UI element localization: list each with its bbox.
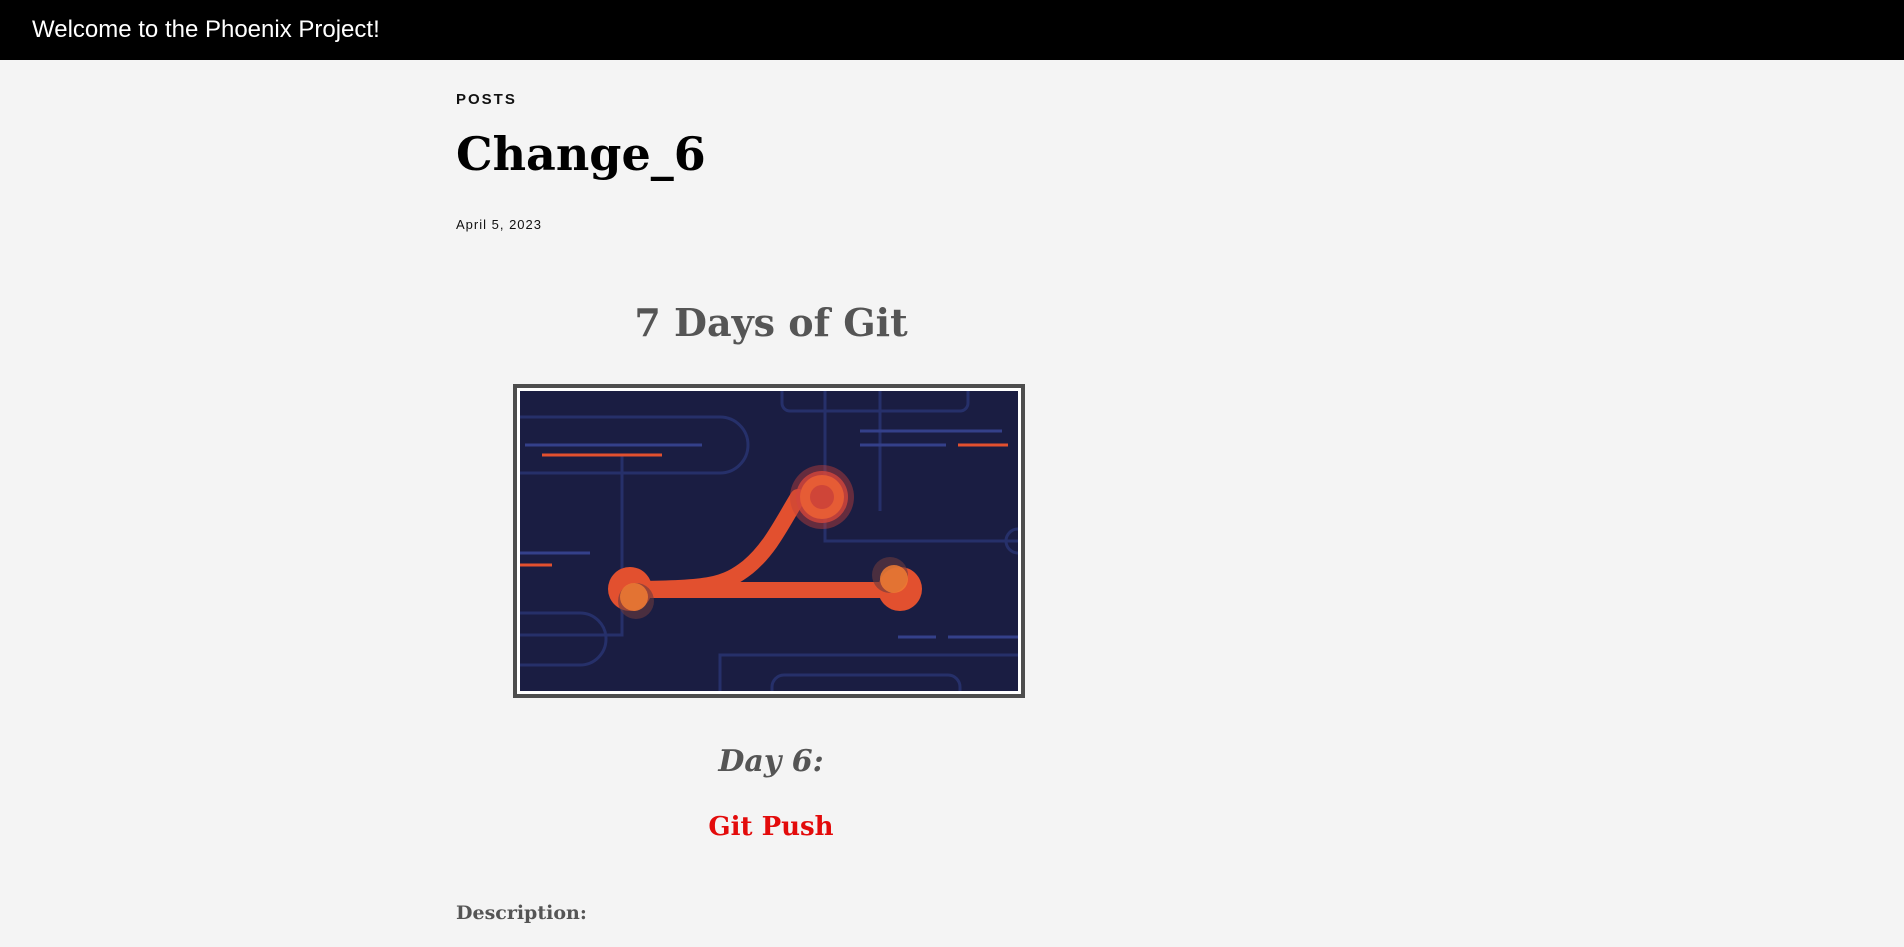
post-title: Change_6 [456,127,706,181]
git-branch-illustration-icon [520,391,1018,691]
day-label: Day 6: [718,744,824,779]
hero-image [513,384,1025,698]
post-category-link[interactable]: POSTS [456,91,517,108]
series-title: 7 Days of Git [634,300,908,345]
day-topic: Git Push [708,812,834,842]
site-header: Welcome to the Phoenix Project! [0,0,1904,60]
description-label: Description: [456,902,587,924]
post-date: April 5, 2023 [456,217,542,232]
site-title-link[interactable]: Welcome to the Phoenix Project! [32,15,380,45]
